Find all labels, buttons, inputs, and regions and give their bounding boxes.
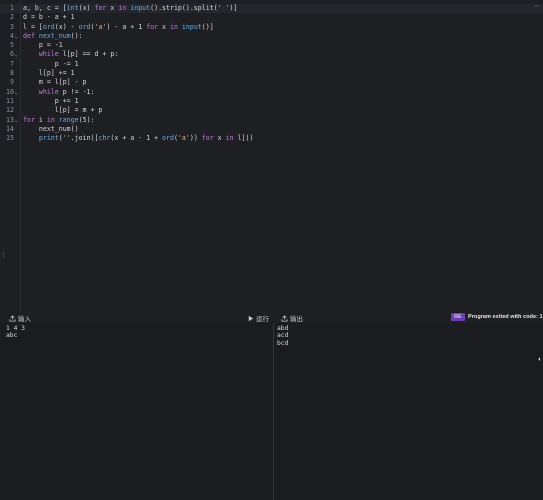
line-number: 8 (10, 69, 14, 78)
code-line[interactable]: 4 ⌄ def next_num(): (0, 32, 543, 41)
input-text[interactable]: 1 4 3 abc (6, 325, 25, 340)
input-tab[interactable]: 输入 (9, 313, 31, 323)
code-text: print(''.join([chr(x + a - 1 + ord('a'))… (38, 134, 254, 143)
code-text: l = [ord(x) - ord('a') - a + 1 for x in … (23, 22, 214, 31)
share-icon (281, 314, 288, 322)
run-button[interactable]: 运行 (247, 313, 269, 323)
code-line[interactable]: 9 m = l[p] - p (0, 78, 543, 87)
line-number: 10 (6, 87, 14, 96)
code-line[interactable]: 14 next_num() (0, 125, 543, 134)
drag-handle-icon[interactable]: ⋮ (0, 251, 7, 261)
code-area[interactable]: 1 a, b, c = [int(x) for x in input().stri… (0, 4, 543, 143)
output-tab[interactable]: 输出 (281, 313, 303, 323)
input-tab-label: 输入 (18, 316, 31, 323)
line-number: 13 (6, 115, 14, 124)
code-text: p -= 1 (23, 59, 79, 68)
code-text: next_num() (23, 124, 79, 133)
code-line[interactable]: 7 p -= 1 (0, 60, 543, 69)
code-line[interactable]: 10 ⌄ while p != -1: (0, 88, 543, 97)
input-pane[interactable]: 1 4 3 abc (0, 323, 273, 500)
code-text: a, b, c = [int(x) for x in input().strip… (23, 4, 238, 12)
code-editor[interactable]: 1 a, b, c = [int(x) for x in input().stri… (0, 0, 543, 312)
code-line[interactable]: 13 ⌄ for i in range(5): (0, 116, 543, 125)
code-text: for i in range(5): (23, 115, 95, 124)
code-line[interactable]: 5 p = -1 (0, 41, 543, 50)
fold-chevron-icon[interactable]: ⌄ (15, 32, 19, 41)
code-text: d = b - a + 1 (23, 13, 75, 22)
code-line[interactable]: 8 l[p] += 1 (0, 69, 543, 78)
code-line[interactable]: 3 l = [ord(x) - ord('a') - a + 1 for x in… (0, 23, 543, 32)
code-line[interactable]: 1 a, b, c = [int(x) for x in input().stri… (0, 4, 543, 13)
resize-handle-icon[interactable]: ◐ (538, 356, 543, 364)
output-tab-label: 输出 (290, 316, 303, 323)
exit-status-text: Program exited with code: 1 (468, 314, 543, 320)
line-number: 12 (6, 106, 14, 115)
line-number: 5 (10, 41, 14, 50)
code-text: p = -1 (23, 41, 63, 50)
line-number: 6 (10, 50, 14, 59)
line-number: 14 (6, 124, 14, 133)
line-number: 2 (10, 13, 14, 22)
line-number: 9 (10, 78, 14, 87)
output-pane: abd acd bcd (274, 323, 543, 500)
status-badge: RE (451, 313, 465, 321)
code-line[interactable]: 6 ⌄ while l[p] == d + p: (0, 50, 543, 59)
fold-chevron-icon[interactable]: ⌄ (15, 116, 19, 125)
fold-chevron-icon[interactable]: ⌄ (15, 50, 19, 59)
code-line[interactable]: 2 d = b - a + 1 (0, 13, 543, 22)
run-button-label: 运行 (256, 316, 269, 323)
code-line[interactable]: 15 print(''.join([chr(x + a - 1 + ord('a… (0, 134, 543, 143)
code-line[interactable]: 12 l[p] = m + p (0, 106, 543, 115)
code-text: p += 1 (23, 96, 79, 105)
code-text: l[p] += 1 (23, 69, 75, 78)
code-text: while l[p] == d + p: (38, 50, 119, 59)
code-text: m = l[p] - p (23, 78, 87, 87)
line-number: 3 (10, 22, 14, 31)
upload-icon (9, 314, 16, 322)
output-text: abd acd bcd (277, 325, 289, 347)
code-text: def next_num(): (23, 31, 83, 40)
scrollbar-marker (535, 5, 539, 7)
line-number: 7 (10, 59, 14, 68)
line-number: 11 (6, 96, 14, 105)
line-number: 15 (6, 134, 14, 143)
line-number: 1 (10, 4, 14, 12)
play-icon (248, 315, 254, 321)
code-line[interactable]: 11 p += 1 (0, 97, 543, 106)
code-text: l[p] = m + p (23, 106, 103, 115)
line-number: 4 (10, 31, 14, 40)
code-text: while p != -1: (38, 87, 95, 96)
fold-chevron-icon[interactable]: ⌄ (15, 88, 19, 97)
